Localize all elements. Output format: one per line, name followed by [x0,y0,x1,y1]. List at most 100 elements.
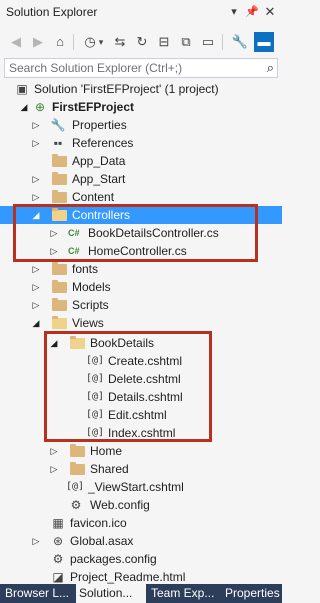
tree-item-packages-config[interactable]: ⚙ packages.config [0,550,282,568]
global-asax-icon: ⊛ [52,534,64,548]
tree-item-viewstart[interactable]: [@] _ViewStart.cshtml [0,478,282,496]
collapsed-arrow-icon[interactable]: ▷ [30,532,42,550]
tree-item-scripts[interactable]: ▷ Scripts [0,296,282,314]
solution-icon: ▣ [16,82,28,96]
tree-item-create-cshtml[interactable]: [@] Create.cshtml [0,352,282,370]
search-input[interactable] [5,59,255,77]
collapsed-arrow-icon[interactable]: ▷ [30,170,42,188]
collapsed-arrow-icon[interactable]: ▷ [30,278,42,296]
razor-file-icon: [@] [86,373,105,384]
tree-item-label: Content [72,190,115,204]
tree-item-bookdetails-folder[interactable]: ◢ BookDetails [0,334,282,352]
tree-item-label: Solution 'FirstEFProject' (1 project) [34,82,219,96]
csharp-file-icon: C# [68,228,80,238]
tree-item-web-config-views[interactable]: ⚙ Web.config [0,496,282,514]
tree-item-index-cshtml[interactable]: [@] Index.cshtml [0,424,282,442]
html-file-icon: ◪ [52,570,64,584]
tree-item-label: Shared [90,462,129,476]
tree-item-label: Edit.cshtml [108,408,167,422]
tree-item-bookdetailscontroller[interactable]: ▷ C# BookDetailsController.cs [0,224,282,242]
open-folder-icon [52,316,67,329]
history-dropdown-icon[interactable]: ▾ [96,32,106,52]
tree-item-label: Details.cshtml [108,390,183,404]
collapsed-arrow-icon[interactable]: ▷ [48,224,60,242]
tree-item-solution[interactable]: ▣ Solution 'FirstEFProject' (1 project) [0,80,282,98]
tree-item-content[interactable]: ▷ Content [0,188,282,206]
tree-item-label: Index.cshtml [108,426,176,440]
collapsed-arrow-icon[interactable]: ▷ [48,442,60,460]
tab-team-explorer[interactable]: Team Exp... [148,584,220,603]
search-box[interactable]: ⌕ [4,58,278,78]
refresh-icon[interactable]: ↻ [132,32,152,52]
home-icon[interactable]: ⌂ [50,32,70,52]
folder-icon [52,280,67,293]
tree-item-label: _ViewStart.cshtml [88,480,184,494]
pin-icon[interactable]: 📌 [244,4,260,20]
web-project-icon: ⊕ [34,100,46,114]
collapsed-arrow-icon[interactable]: ▷ [30,260,42,278]
tree-item-label: Global.asax [70,534,134,548]
tree-item-project[interactable]: ◢ ⊕ FirstEFProject [0,98,282,116]
expanded-arrow-icon[interactable]: ◢ [48,334,60,352]
tree-item-label: App_Start [72,172,126,186]
bottom-tab-bar: Browser L... Solution... Team Exp... Pro… [0,584,282,603]
tree-item-home-folder[interactable]: ▷ Home [0,442,282,460]
tree-item-label: Controllers [72,208,131,222]
collapsed-arrow-icon[interactable]: ▷ [48,242,60,260]
collapsed-arrow-icon[interactable]: ▷ [30,116,42,134]
open-folder-icon [70,336,85,349]
tree-item-controllers[interactable]: ◢ Controllers [0,206,282,224]
folder-icon [52,298,67,311]
tree-item-details-cshtml[interactable]: [@] Details.cshtml [0,388,282,406]
config-file-icon: ⚙ [70,498,82,512]
tree-item-references[interactable]: ▷ ▪▪ References [0,134,282,152]
tree-item-label: Scripts [72,298,109,312]
show-all-files-icon[interactable]: ⧉ [176,32,196,52]
tree-item-label: BookDetails [90,336,155,350]
expanded-arrow-icon[interactable]: ◢ [30,314,42,332]
collapsed-arrow-icon[interactable]: ▷ [30,296,42,314]
tree-item-label: Properties [72,118,127,132]
tree-item-models[interactable]: ▷ Models [0,278,282,296]
properties-wrench-icon[interactable]: 🔧 [230,32,250,52]
tree-item-label: Delete.cshtml [108,372,181,386]
tree-item-properties[interactable]: ▷ 🔧 Properties [0,116,282,134]
tree-item-label: BookDetailsController.cs [88,226,219,240]
tree-item-label: HomeController.cs [88,244,187,258]
expanded-arrow-icon[interactable]: ◢ [30,206,42,224]
tree-item-app-start[interactable]: ▷ App_Start [0,170,282,188]
toolbar-separator [73,34,74,50]
auto-hide-icon[interactable]: ▬ [254,32,274,52]
collapsed-arrow-icon[interactable]: ▷ [30,188,42,206]
folder-icon [70,444,85,457]
tree-item-views[interactable]: ◢ Views [0,314,282,332]
tree-item-label: App_Data [72,154,126,168]
chevron-down-icon[interactable]: ▾ [226,4,242,20]
tree-item-fonts[interactable]: ▷ fonts [0,260,282,278]
sync-icon[interactable]: ⇆ [110,32,130,52]
tree-item-homecontroller[interactable]: ▷ C# HomeController.cs [0,242,282,260]
tree-item-favicon[interactable]: ▦ favicon.ico [0,514,282,532]
collapsed-arrow-icon[interactable]: ▷ [48,460,60,478]
title-bar: Solution Explorer ▾ 📌 ✕ [0,0,282,24]
tree-item-app-data[interactable]: App_Data [0,152,282,170]
window-title: Solution Explorer [6,5,98,19]
tree-item-label: Home [90,444,123,458]
tree-item-global-asax[interactable]: ▷ ⊛ Global.asax [0,532,282,550]
tab-solution-explorer[interactable]: Solution... [76,584,146,603]
expanded-arrow-icon[interactable]: ◢ [18,98,30,116]
tab-browser-link[interactable]: Browser L... [2,584,74,603]
tree-item-edit-cshtml[interactable]: [@] Edit.cshtml [0,406,282,424]
forward-icon[interactable]: ▶ [28,32,48,52]
tree-item-shared-folder[interactable]: ▷ Shared [0,460,282,478]
tab-properties[interactable]: Properties [222,584,282,603]
search-icon[interactable]: ⌕ [267,60,274,76]
tree-item-delete-cshtml[interactable]: [@] Delete.cshtml [0,370,282,388]
collapse-all-icon[interactable]: ⊟ [154,32,174,52]
toolbar: ◀ ▶ ⌂ ◷ ▾ ⇆ ↻ ⊟ ⧉ ▭ 🔧 ▬ [0,28,282,56]
close-icon[interactable]: ✕ [262,4,278,20]
wrench-icon: 🔧 [50,118,66,132]
back-icon[interactable]: ◀ [6,32,26,52]
collapsed-arrow-icon[interactable]: ▷ [30,134,42,152]
preview-icon[interactable]: ▭ [198,32,218,52]
